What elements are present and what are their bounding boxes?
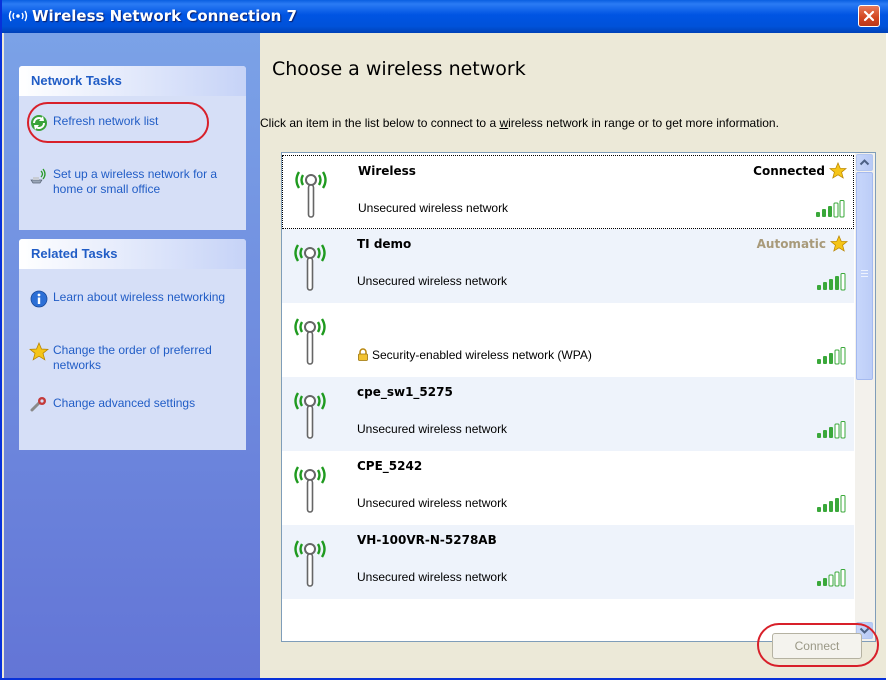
chevron-up-icon bbox=[859, 159, 870, 166]
close-button[interactable] bbox=[858, 5, 880, 27]
signal-strength-icon bbox=[816, 569, 846, 587]
network-list-scrollbar[interactable] bbox=[855, 153, 875, 641]
network-name: Wireless bbox=[358, 164, 416, 178]
task-change-advanced-settings[interactable]: Change advanced settings bbox=[19, 395, 246, 429]
network-description: Unsecured wireless network bbox=[358, 201, 509, 215]
network-name: TI demo bbox=[357, 237, 412, 251]
network-item[interactable]: CPE_5242 Unsecured wireless network bbox=[282, 451, 854, 525]
network-item[interactable]: Security-enabled wireless network (WPA) bbox=[282, 303, 854, 377]
task-learn-about-wireless[interactable]: Learn about wireless networking bbox=[19, 289, 246, 323]
lock-icon bbox=[357, 348, 369, 361]
star-icon bbox=[28, 341, 50, 362]
network-description: Unsecured wireless network bbox=[357, 422, 508, 436]
close-icon bbox=[863, 10, 875, 22]
main-content: Choose a wireless network Click an item … bbox=[260, 33, 886, 678]
title-bar[interactable]: Wireless Network Connection 7 bbox=[2, 0, 888, 33]
network-item[interactable]: cpe_sw1_5275 Unsecured wireless network bbox=[282, 377, 854, 451]
wireless-antenna-icon bbox=[290, 237, 330, 297]
network-item[interactable]: TI demo Automatic Unsecured wireless net… bbox=[282, 229, 854, 303]
signal-strength-icon bbox=[815, 200, 845, 218]
signal-strength-icon bbox=[816, 273, 846, 291]
task-change-order-preferred[interactable]: Change the order of preferred networks bbox=[19, 341, 246, 376]
wireless-antenna-icon bbox=[290, 533, 330, 593]
preferred-star-icon bbox=[829, 234, 849, 253]
task-label: Set up a wireless network for a home or … bbox=[53, 167, 218, 196]
scroll-thumb[interactable] bbox=[856, 172, 873, 380]
instructions: Click an item in the list below to conne… bbox=[260, 116, 779, 130]
signal-strength-icon bbox=[816, 421, 846, 439]
network-name: CPE_5242 bbox=[357, 459, 423, 473]
network-list[interactable]: Wireless Connected Unsecured wireless ne… bbox=[281, 152, 876, 642]
network-status: Connected bbox=[753, 164, 825, 178]
settings-icon bbox=[29, 395, 49, 415]
network-status: Automatic bbox=[756, 237, 826, 251]
wireless-antenna-icon bbox=[290, 385, 330, 445]
task-sidebar: Network Tasks Refresh network list Set u… bbox=[4, 33, 260, 678]
task-setup-wireless-network[interactable]: Set up a wireless network for a home or … bbox=[19, 166, 246, 200]
signal-strength-icon bbox=[816, 347, 846, 365]
wireless-connection-window: Wireless Network Connection 7 Network Ta… bbox=[0, 0, 888, 680]
refresh-highlight-callout bbox=[27, 102, 209, 143]
network-name: cpe_sw1_5275 bbox=[357, 385, 453, 399]
wireless-setup-icon bbox=[29, 166, 49, 186]
network-description: Security-enabled wireless network (WPA) bbox=[357, 348, 592, 362]
signal-strength-icon bbox=[816, 495, 846, 513]
window-title: Wireless Network Connection 7 bbox=[32, 7, 297, 25]
task-label: Learn about wireless networking bbox=[53, 290, 226, 304]
wireless-antenna-icon bbox=[290, 311, 330, 371]
network-item[interactable]: Wireless Connected Unsecured wireless ne… bbox=[282, 155, 854, 229]
grip-icon bbox=[861, 270, 868, 277]
wireless-antenna-icon bbox=[290, 459, 330, 519]
info-icon bbox=[29, 289, 49, 309]
instructions-accesskey: w bbox=[499, 116, 509, 130]
task-label: Change advanced settings bbox=[53, 396, 196, 410]
task-label: Change the order of preferred networks bbox=[53, 343, 212, 372]
related-tasks-panel: Related Tasks Learn about wireless netwo… bbox=[19, 239, 246, 450]
network-description: Unsecured wireless network bbox=[357, 570, 508, 584]
network-name: VH-100VR-N-5278AB bbox=[357, 533, 497, 547]
related-tasks-title: Related Tasks bbox=[19, 239, 246, 269]
page-title: Choose a wireless network bbox=[272, 58, 526, 80]
network-description: Unsecured wireless network bbox=[357, 496, 508, 510]
wireless-antenna-icon bbox=[291, 164, 331, 224]
network-description: Unsecured wireless network bbox=[357, 274, 508, 288]
connect-highlight-callout bbox=[757, 623, 879, 667]
network-item[interactable]: VH-100VR-N-5278AB Unsecured wireless net… bbox=[282, 525, 854, 599]
network-tasks-panel: Network Tasks Refresh network list Set u… bbox=[19, 66, 246, 230]
preferred-star-icon bbox=[828, 161, 848, 180]
scroll-up-button[interactable] bbox=[856, 154, 873, 171]
network-tasks-title: Network Tasks bbox=[19, 66, 246, 96]
wireless-network-icon bbox=[8, 8, 28, 24]
